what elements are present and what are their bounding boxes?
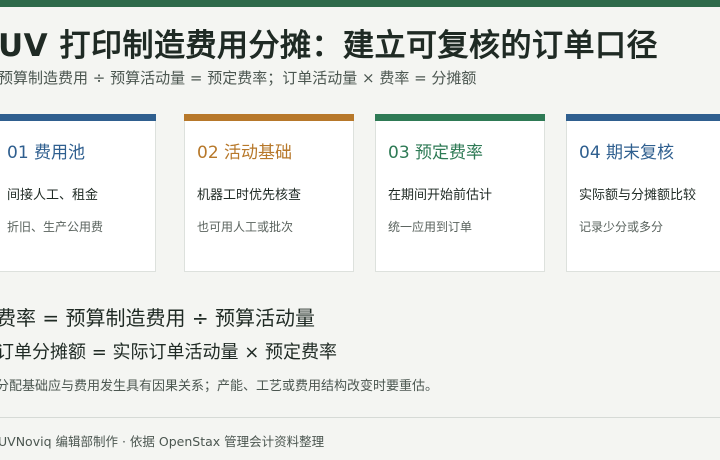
- allocation-formula: 订单分摊额 = 实际订单活动量 × 预定费率: [0, 342, 338, 363]
- card-accent-bar: [375, 114, 545, 121]
- page-title: UV 打印制造费用分摊：建立可复核的订单口径: [0, 28, 658, 64]
- card-line-1: 在期间开始前估计: [388, 188, 493, 203]
- page-subtitle: 预算制造费用 ÷ 预算活动量 = 预定费率；订单活动量 × 费率 = 分摊额: [0, 69, 477, 87]
- card-line-2: 也可用人工或批次: [197, 220, 294, 234]
- rate-formula: 费率 = 预算制造费用 ÷ 预算活动量: [0, 306, 315, 330]
- footer-divider: [0, 417, 720, 418]
- footer-credit: UVNoviq 编辑部制作 · 依据 OpenStax 管理会计资料整理: [0, 434, 325, 449]
- card-heading: 04 期末复核: [579, 143, 675, 163]
- card-line-2: 折旧、生产公用费: [7, 220, 104, 234]
- card-activity-base: 02 活动基础 机器工时优先核查 也可用人工或批次: [184, 114, 354, 272]
- card-period-end-review: 04 期末复核 实际额与分摊额比较 记录少分或多分: [566, 114, 720, 272]
- card-heading: 01 费用池: [7, 143, 86, 163]
- top-accent-bar: [0, 0, 720, 7]
- card-cost-pool: 01 费用池 间接人工、租金 折旧、生产公用费: [0, 114, 156, 272]
- card-line-1: 间接人工、租金: [7, 188, 99, 203]
- card-heading: 02 活动基础: [197, 143, 293, 163]
- card-accent-bar: [184, 114, 354, 121]
- card-predetermined-rate: 03 预定费率 在期间开始前估计 统一应用到订单: [375, 114, 545, 272]
- card-line-2: 统一应用到订单: [388, 220, 473, 234]
- card-line-1: 实际额与分摊额比较: [579, 188, 697, 203]
- card-heading: 03 预定费率: [388, 143, 484, 163]
- card-accent-bar: [566, 114, 720, 121]
- card-line-1: 机器工时优先核查: [197, 188, 302, 203]
- card-line-2: 记录少分或多分: [579, 220, 664, 234]
- allocation-note: 分配基础应与费用发生具有因果关系；产能、工艺或费用结构改变时要重估。: [0, 379, 439, 394]
- card-accent-bar: [0, 114, 156, 121]
